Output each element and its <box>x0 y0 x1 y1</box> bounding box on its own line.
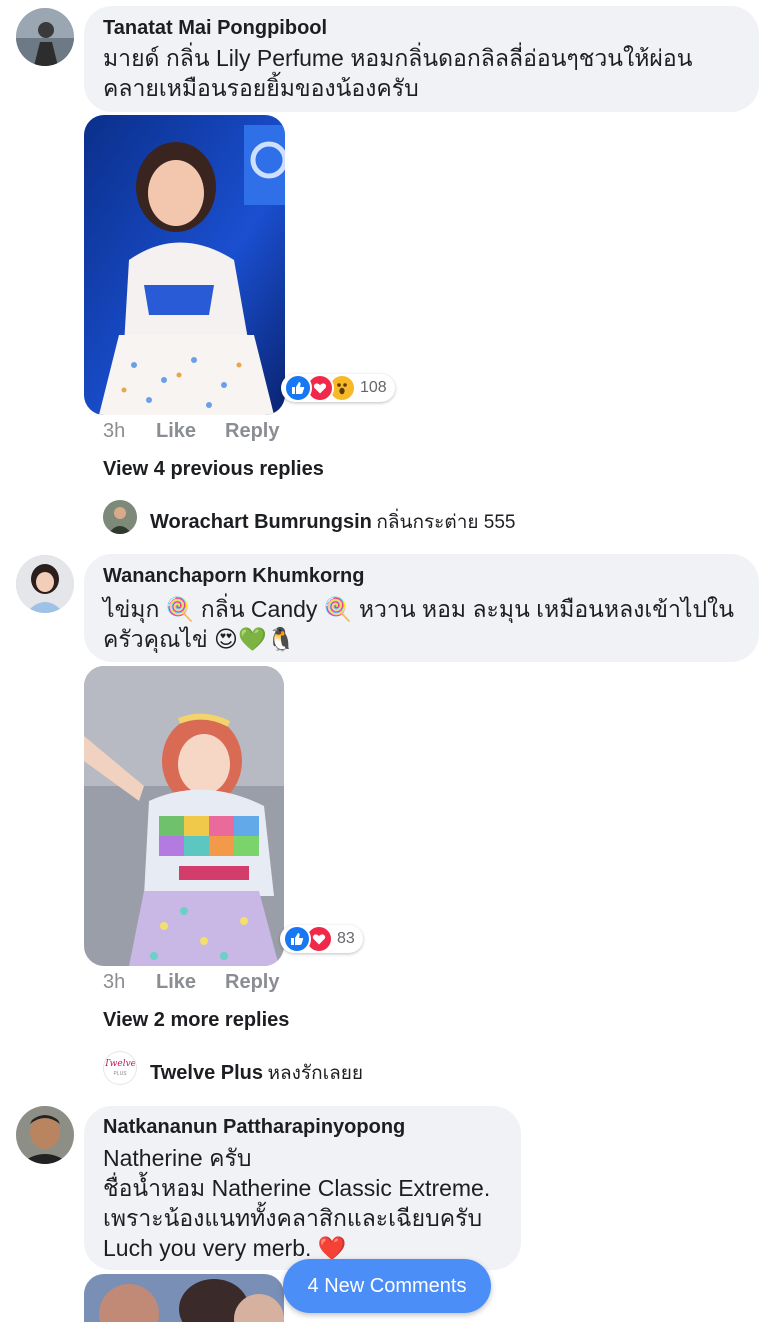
comment-author[interactable]: Wananchaporn Khumkorng <box>103 565 364 588</box>
avatar[interactable] <box>16 1106 74 1164</box>
comment-text-line: Natherine ครับ <box>103 1145 252 1171</box>
view-more-replies-link[interactable]: View 2 more replies <box>103 1009 289 1032</box>
comment-text-line: คลายเหมือนรอยยิ้มของน้องครับ <box>103 75 419 101</box>
reply-button[interactable]: Reply <box>225 420 279 443</box>
view-previous-replies-link[interactable]: View 4 previous replies <box>103 458 324 481</box>
comment-photo[interactable] <box>84 1274 284 1322</box>
comment-photo[interactable] <box>84 666 284 966</box>
reply-author[interactable]: Twelve Plus <box>150 1062 263 1084</box>
like-button[interactable]: Like <box>156 420 196 443</box>
comment-photo[interactable] <box>84 115 285 415</box>
comment-text-line: มายด์ กลิ่น Lily Perfume หอมกลิ่นดอกลิลล… <box>103 45 693 71</box>
reaction-summary[interactable]: 108 <box>281 374 395 402</box>
comment-text-line: ไข่มุก 🍭 กลิ่น Candy 🍭 หวาน หอม ละมุน เห… <box>103 596 735 622</box>
reaction-count: 83 <box>337 930 355 947</box>
avatar[interactable] <box>103 500 137 534</box>
avatar[interactable]: Twelve PLUS <box>103 1051 137 1085</box>
reply-text: กลิ่นกระต่าย 555 <box>376 512 516 533</box>
comment-text-line: ชื่อน้ำหอม Natherine Classic Extreme. <box>103 1175 491 1201</box>
comment-timestamp: 3h <box>103 971 126 993</box>
latest-reply[interactable]: Twelve Plus หลงรักเลยย <box>150 1058 363 1088</box>
like-icon <box>283 925 311 953</box>
comment-text-line: ครัวคุณไข่ 😍💚🐧 <box>103 626 296 652</box>
new-comments-label: 4 New Comments <box>307 1274 467 1297</box>
new-comments-button[interactable]: 4 New Comments <box>283 1259 491 1313</box>
twelve-plus-logo-subtext: PLUS <box>113 1071 127 1077</box>
like-icon <box>284 374 312 402</box>
twelve-plus-logo-text: Twelve <box>104 1059 137 1069</box>
comment-text-line: เพราะน้องแนททั้งคลาสิกและเฉียบครับ <box>103 1205 483 1231</box>
comment-author[interactable]: Tanatat Mai Pongpibool <box>103 17 327 40</box>
reply-text: หลงรักเลยย <box>267 1063 364 1084</box>
comment-author[interactable]: Natkananun Pattharapinyopong <box>103 1116 405 1139</box>
like-button[interactable]: Like <box>156 971 196 994</box>
reaction-count: 108 <box>360 379 387 396</box>
reply-button[interactable]: Reply <box>225 971 279 994</box>
reply-author[interactable]: Worachart Bumrungsin <box>150 511 372 533</box>
avatar[interactable] <box>16 8 74 66</box>
comment-timestamp: 3h <box>103 420 126 442</box>
latest-reply[interactable]: Worachart Bumrungsin กลิ่นกระต่าย 555 <box>150 507 516 537</box>
reaction-summary[interactable]: 83 <box>280 925 363 953</box>
avatar[interactable] <box>16 555 74 613</box>
